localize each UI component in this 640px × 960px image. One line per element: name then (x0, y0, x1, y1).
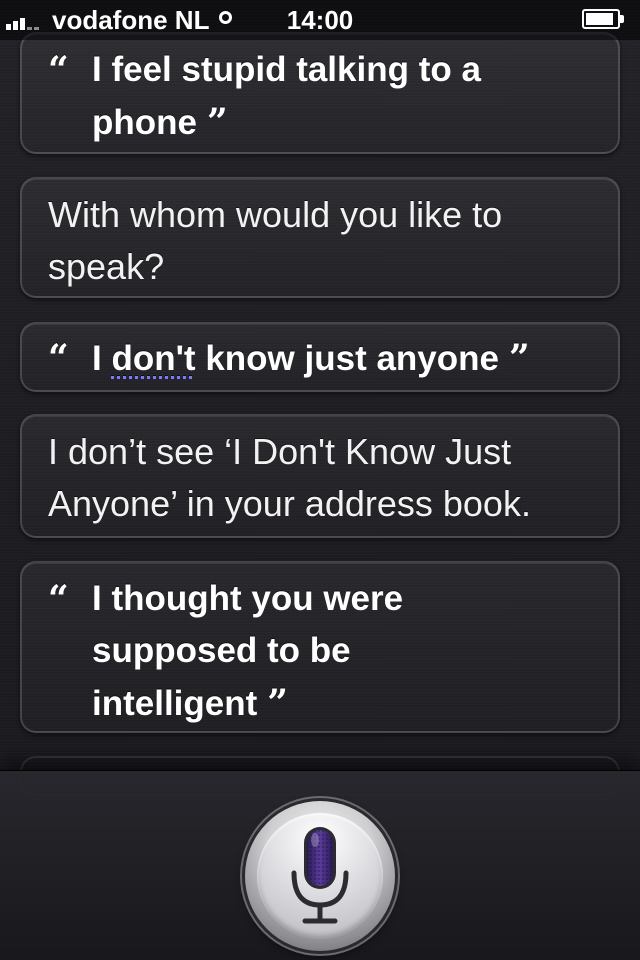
close-quote-icon: ” (206, 101, 228, 143)
user-utterance-bubble[interactable]: “ I don't know just anyone” (20, 322, 620, 392)
utterance-line: phone (92, 103, 197, 142)
siri-response: I don’t see ‘I Don't Know Just Anyone’ i… (48, 426, 588, 530)
siri-mic-button[interactable] (245, 801, 395, 951)
siri-response-bubble: With whom would you like to speak? (20, 177, 620, 298)
misrecognized-word[interactable]: don't (111, 339, 195, 378)
user-utterance[interactable]: “ I don't know just anyone” (48, 332, 582, 385)
user-utterance-bubble: “ I thought you were supposed to be inte… (20, 561, 620, 733)
response-line: speak? (48, 246, 165, 287)
utterance-word: know just anyone (205, 339, 499, 378)
response-line: Anyone’ in your address book. (48, 483, 531, 524)
close-quote-icon: ” (267, 682, 288, 724)
utterance-line: intelligent (92, 684, 258, 723)
utterance-word: I (92, 339, 102, 378)
response-line: I don’t see ‘I Don't Know Just (48, 431, 512, 472)
status-bar: vodafone NL 14:00 (0, 0, 640, 40)
status-time: 14:00 (286, 5, 354, 35)
utterance-line: supposed to be (92, 631, 351, 670)
siri-response: With whom would you like to speak? (48, 189, 588, 293)
utterance-line: I feel stupid talking to a (92, 50, 481, 89)
siri-response-bubble: I don’t see ‘I Don't Know Just Anyone’ i… (20, 414, 620, 538)
user-utterance: “ I feel stupid talking to a phone” (48, 44, 582, 149)
open-quote-icon: “ (48, 578, 69, 620)
close-quote-icon: ” (508, 337, 530, 379)
user-utterance: “ I thought you were supposed to be inte… (48, 573, 582, 730)
utterance-line: I thought you were (92, 579, 404, 618)
open-quote-icon: “ (48, 337, 69, 379)
mic-button-face[interactable] (257, 813, 383, 939)
user-utterance-bubble: “ I feel stupid talking to a phone” (20, 32, 620, 154)
battery-icon (582, 9, 626, 31)
open-quote-icon: “ (48, 49, 69, 91)
response-line: With whom would you like to (48, 194, 503, 235)
microphone-icon (291, 827, 349, 924)
battery-level (586, 13, 613, 25)
